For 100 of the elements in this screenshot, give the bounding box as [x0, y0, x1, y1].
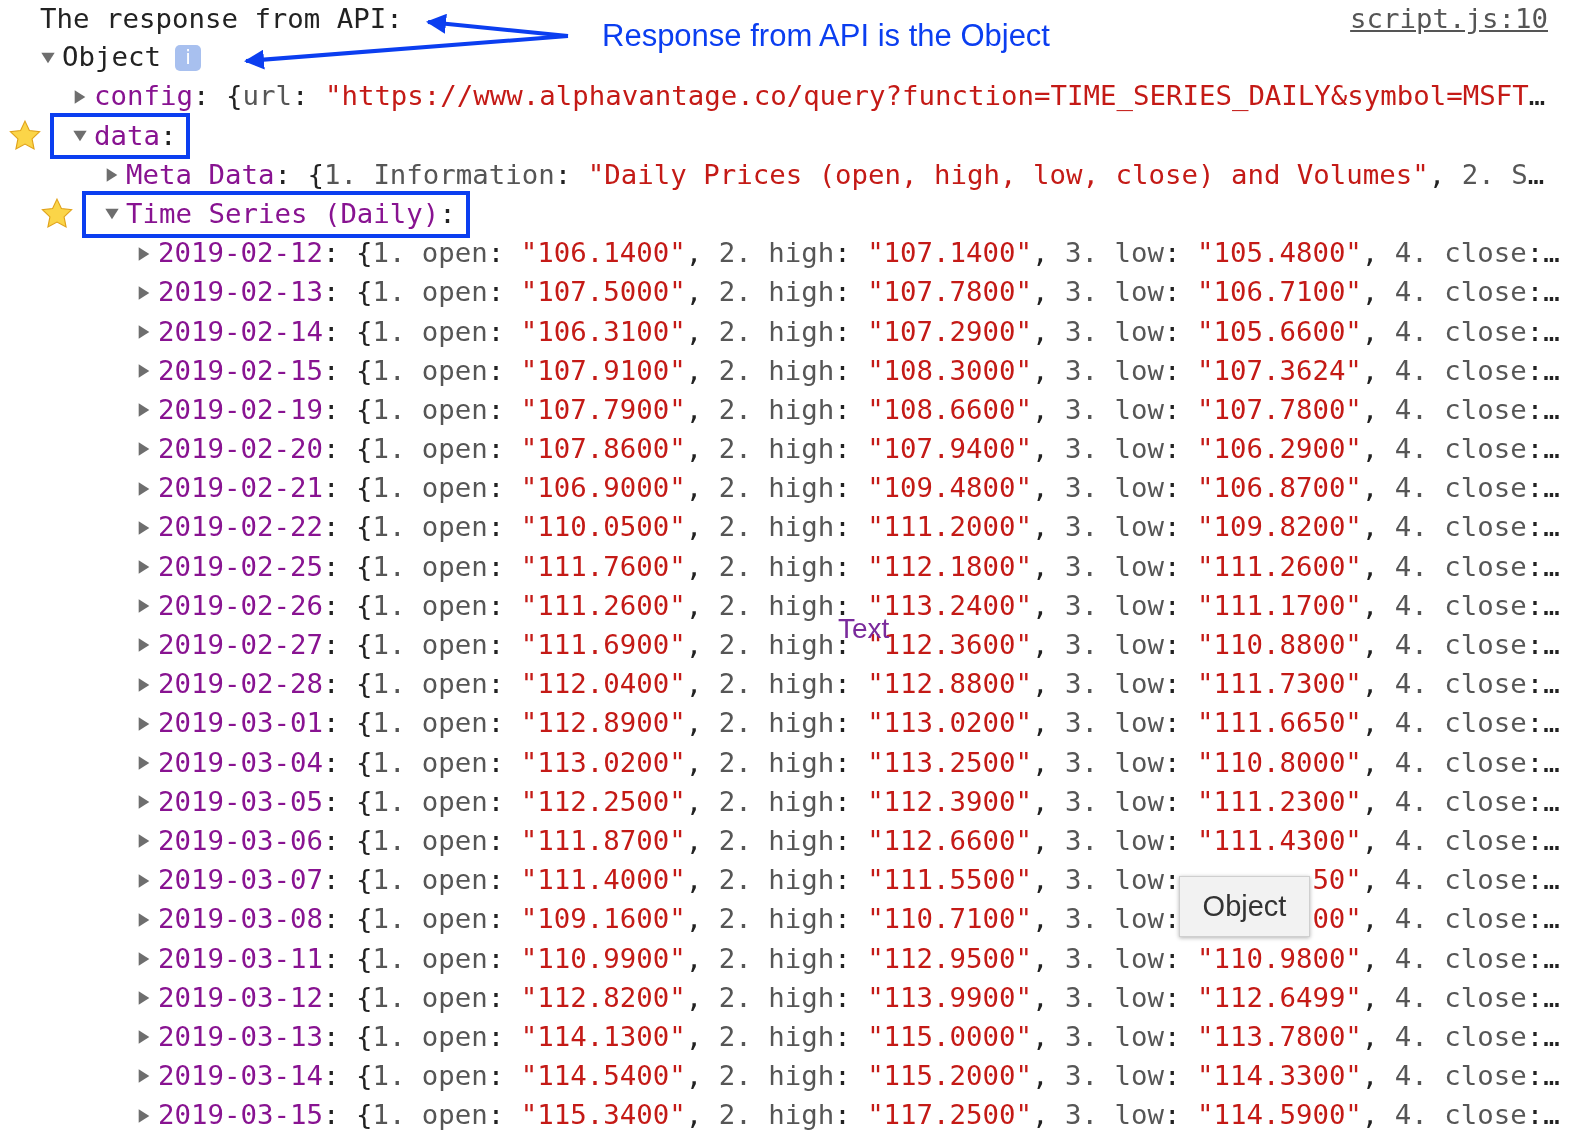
expand-triangle-icon[interactable] [136, 911, 152, 928]
expand-triangle-icon[interactable] [72, 88, 88, 105]
expand-triangle-icon[interactable] [136, 1107, 152, 1124]
property-name: 4. close [1394, 866, 1527, 895]
string-value: "111.2600" [520, 591, 686, 621]
punctuation: , [685, 513, 704, 543]
property-key[interactable]: 2019-03-01 [158, 709, 323, 739]
expand-triangle-icon[interactable] [136, 990, 152, 1007]
property-name: 1. open [372, 787, 488, 817]
property-key[interactable]: data [94, 121, 160, 151]
expand-triangle-icon[interactable] [136, 519, 152, 536]
source-link[interactable]: script.js:10 [1350, 3, 1548, 35]
string-value: "111.5500" [867, 866, 1033, 895]
property-name: 2. high [718, 356, 835, 386]
property-name: 2. high [718, 435, 835, 464]
property-key[interactable]: 2019-03-07 [158, 866, 323, 895]
punctuation: : { [322, 317, 373, 347]
punctuation: , [1032, 866, 1050, 895]
property-key[interactable]: 2019-03-11 [158, 944, 323, 974]
punctuation: , [1032, 317, 1050, 347]
property-name: 1. open [372, 1022, 488, 1052]
property-key[interactable]: 2019-02-13 [158, 278, 323, 308]
punctuation: , [1032, 239, 1050, 268]
property-name: 1. open [372, 474, 488, 504]
property-key[interactable]: 2019-02-14 [158, 317, 323, 347]
property-key[interactable]: 2019-03-06 [158, 826, 323, 856]
expand-triangle-icon[interactable] [136, 715, 152, 732]
string-value: 00" [1312, 905, 1362, 935]
expand-triangle-icon[interactable] [136, 559, 152, 575]
property-key[interactable]: 2019-02-20 [158, 435, 323, 464]
punctuation: , [1032, 278, 1050, 308]
property-name: 3. low [1065, 513, 1164, 543]
property-key[interactable]: 2019-03-15 [158, 1101, 323, 1131]
expand-triangle-icon[interactable] [136, 794, 152, 811]
property-key[interactable]: 2019-02-15 [158, 356, 323, 386]
string-value: "108.6600" [867, 395, 1033, 425]
string-value: "115.0000" [867, 1022, 1033, 1052]
property-name: 3. low [1065, 826, 1164, 856]
property-key[interactable]: 2019-02-28 [158, 670, 323, 699]
expand-triangle-icon[interactable] [136, 950, 152, 967]
expand-triangle-icon[interactable] [136, 676, 152, 693]
punctuation: , [1361, 944, 1380, 974]
expand-triangle-icon[interactable] [136, 284, 152, 301]
property-key[interactable]: 2019-02-21 [158, 474, 323, 504]
property-key[interactable]: 2019-03-12 [158, 983, 323, 1013]
expand-triangle-icon[interactable] [104, 167, 120, 184]
property-key[interactable]: Meta Data [126, 160, 275, 190]
punctuation: :… [1526, 905, 1560, 935]
property-name: 4. close [1394, 591, 1527, 621]
punctuation: , [1361, 1101, 1380, 1131]
property-key[interactable]: 2019-02-26 [158, 591, 323, 621]
property-key[interactable]: 2019-03-14 [158, 1062, 323, 1091]
punctuation: :… [1526, 278, 1560, 308]
expand-triangle-icon[interactable] [136, 323, 152, 340]
punctuation: : [1163, 278, 1182, 308]
expand-triangle-icon[interactable] [136, 363, 152, 380]
punctuation: , [1361, 670, 1380, 699]
expand-triangle-icon[interactable] [136, 480, 152, 497]
expand-triangle-icon[interactable] [136, 598, 152, 615]
property-name: 1. open [372, 591, 488, 621]
expand-triangle-icon[interactable] [136, 872, 152, 889]
punctuation: : [1163, 905, 1181, 935]
property-key[interactable]: 2019-03-05 [158, 787, 323, 817]
expand-triangle-icon[interactable] [136, 1029, 152, 1046]
expand-triangle-icon[interactable] [136, 1068, 152, 1085]
property-name: 4. close [1394, 317, 1527, 347]
property-key[interactable]: 2019-02-27 [158, 631, 323, 660]
property-name: 2. high [718, 1101, 835, 1131]
punctuation: : [1163, 239, 1182, 268]
property-name: 3. low [1065, 983, 1164, 1013]
property-key[interactable]: 2019-02-19 [158, 395, 323, 425]
property-key[interactable]: 2019-03-13 [158, 1022, 323, 1052]
property-key[interactable]: Time Series (Daily) [126, 199, 440, 229]
property-key[interactable]: 2019-03-08 [158, 905, 323, 935]
expand-triangle-icon[interactable] [136, 637, 152, 654]
property-name: 4. close [1394, 278, 1527, 308]
expand-triangle-icon[interactable] [136, 833, 152, 850]
expand-triangle-icon[interactable] [136, 441, 152, 458]
property-name: 2. high [718, 395, 835, 425]
punctuation: , [1032, 1101, 1050, 1131]
punctuation: :… [1526, 356, 1560, 386]
expand-triangle-icon[interactable] [136, 402, 152, 419]
property-key[interactable]: 2019-02-25 [158, 552, 323, 582]
property-key[interactable]: 2019-03-04 [158, 748, 323, 778]
punctuation: , [1361, 591, 1380, 621]
property-name: 2. high [718, 474, 835, 504]
property-key[interactable]: 2019-02-22 [158, 513, 323, 543]
expand-triangle-icon[interactable] [136, 754, 152, 771]
punctuation: : { [322, 1101, 373, 1131]
property-key[interactable]: 2019-02-12 [158, 239, 323, 268]
property-name: 1. open [372, 356, 488, 386]
punctuation: : [834, 513, 852, 543]
property-key[interactable]: Object [62, 43, 161, 72]
expand-triangle-icon[interactable] [136, 245, 152, 262]
property-name: 3. low [1065, 709, 1164, 739]
punctuation: : [487, 905, 506, 935]
property-name: 4. close [1394, 787, 1527, 817]
punctuation: : [834, 670, 852, 699]
property-key[interactable]: config [94, 82, 193, 112]
string-value: "111.6650" [1196, 709, 1362, 739]
